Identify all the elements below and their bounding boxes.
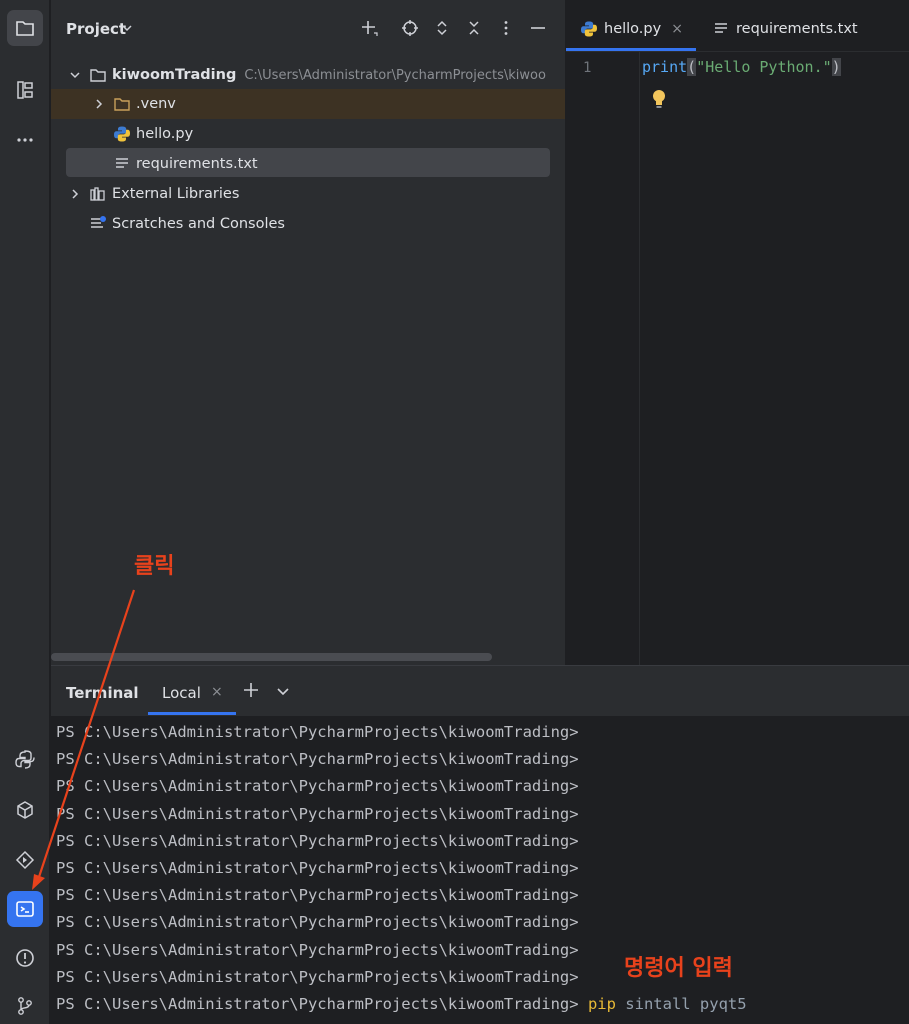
tree-item-venv[interactable]: .venv [93,90,176,118]
warning-circle-icon [16,949,34,967]
tab-requirements-label: requirements.txt [736,21,858,37]
terminal-line: PS C:\Users\Administrator\PycharmProject… [56,913,579,932]
plus-icon [362,21,378,36]
annotation-click: 클릭 [134,554,175,579]
project-panel: Project kiwoomTrading C:\Users\Administr… [51,0,565,665]
annotation-enter-command: 명령어 입력 [624,956,733,981]
tree-item-external-libraries[interactable]: External Libraries [69,180,239,208]
python-file-icon [113,125,131,143]
collapse-all-button[interactable] [463,17,485,39]
tab-requirements-txt[interactable]: requirements.txt [712,14,858,44]
external-libraries-label: External Libraries [112,186,240,202]
services-button[interactable] [7,842,43,878]
minimize-icon [531,27,545,29]
locate-button[interactable] [399,17,421,39]
project-header: Project [51,0,565,58]
terminal-title: Terminal [66,684,139,702]
run-services-icon [15,850,35,870]
terminal-line: PS C:\Users\Administrator\PycharmProject… [56,723,579,741]
requirements-file-label: requirements.txt [136,156,258,172]
library-icon [89,185,107,203]
code-close-paren: ) [831,58,841,76]
command-pip: pip [587,994,616,1013]
folder-icon [113,95,131,113]
terminal-panel: Terminal Local × PS C:\Users\Administrat… [51,665,909,1024]
tree-item-root[interactable]: kiwoomTrading C:\Users\Administrator\Pyc… [69,61,546,89]
new-file-button[interactable] [358,17,380,39]
plus-icon[interactable] [241,680,261,700]
code-open-paren: ( [687,58,697,76]
venv-label: .venv [136,96,176,112]
editor-tabs: hello.py × requirements.txt [566,0,909,52]
horizontal-scrollbar[interactable] [51,653,492,661]
chevron-right-icon[interactable] [93,98,105,110]
packages-icon [17,801,33,819]
lightbulb-icon[interactable] [650,88,668,110]
scratches-icon [89,215,107,233]
more-vertical-icon [504,21,508,35]
folder-icon [89,66,107,84]
tab-hello-py[interactable]: hello.py × [580,14,683,44]
python-packages-button[interactable] [7,792,43,828]
command-args: sintall pyqt5 [625,994,747,1013]
python-console-button[interactable] [7,742,43,778]
version-control-button[interactable] [7,988,43,1024]
tree-item-hello[interactable]: hello.py [113,120,193,148]
problems-button[interactable] [7,940,43,976]
tree-item-scratches[interactable]: Scratches and Consoles [89,210,285,238]
tool-window-strip [0,0,50,1024]
close-icon[interactable]: × [671,21,683,37]
terminal-prompt: PS C:\Users\Administrator\PycharmProject… [56,994,579,1013]
expand-icon [437,20,447,36]
text-file-icon [113,155,131,173]
terminal-line: PS C:\Users\Administrator\PycharmProject… [56,831,579,850]
terminal-header: Terminal Local × [51,666,909,716]
terminal-line: PS C:\Users\Administrator\PycharmProject… [56,804,579,823]
gutter-divider [639,52,640,665]
tree-item-requirements[interactable]: requirements.txt [113,150,258,178]
more-tools-button[interactable] [7,122,43,158]
terminal-line: PS C:\Users\Administrator\PycharmProject… [56,777,579,796]
hello-file-label: hello.py [136,126,194,142]
root-folder-path: C:\Users\Administrator\PycharmProjects\k… [244,67,546,83]
terminal-line: PS C:\Users\Administrator\PycharmProject… [56,886,579,905]
terminal-line: PS C:\Users\Administrator\PycharmProject… [56,858,579,877]
folder-icon [16,21,34,36]
crosshair-icon [402,20,418,36]
more-horizontal-icon [17,138,33,142]
chevron-down-icon[interactable] [69,69,81,81]
git-branch-icon [18,997,32,1015]
editor-area: hello.py × requirements.txt 1 print("Hel… [566,0,909,665]
project-title[interactable]: Project [66,20,126,38]
close-icon[interactable]: × [211,684,223,700]
active-tab-indicator [148,712,236,715]
code-string: "Hello Python." [696,58,832,76]
project-tool-button[interactable] [7,10,43,46]
terminal-icon [16,901,34,917]
python-console-icon [15,750,35,769]
collapse-icon [469,21,479,35]
code-line[interactable]: print("Hello Python.") [642,58,841,76]
root-folder-name: kiwoomTrading [112,67,237,83]
hide-panel-button[interactable] [527,17,549,39]
tab-hello-label: hello.py [604,21,662,37]
chevron-right-icon[interactable] [69,188,81,200]
structure-icon [17,81,33,99]
chevron-down-icon[interactable] [121,22,133,34]
python-file-icon [581,21,597,37]
terminal-command-line[interactable]: PS C:\Users\Administrator\PycharmProject… [56,991,747,1018]
scratches-label: Scratches and Consoles [112,216,285,232]
structure-tool-button[interactable] [7,72,43,108]
chevron-down-icon[interactable] [276,684,290,698]
expand-all-button[interactable] [431,17,453,39]
code-function: print [642,58,688,76]
line-number: 1 [583,60,592,76]
tab-local[interactable]: Local [162,684,201,702]
options-button[interactable] [495,17,517,39]
terminal-line: PS C:\Users\Administrator\PycharmProject… [56,750,579,769]
terminal-tool-button[interactable] [7,891,43,927]
text-file-icon [715,23,727,33]
active-tab-indicator [566,48,696,51]
